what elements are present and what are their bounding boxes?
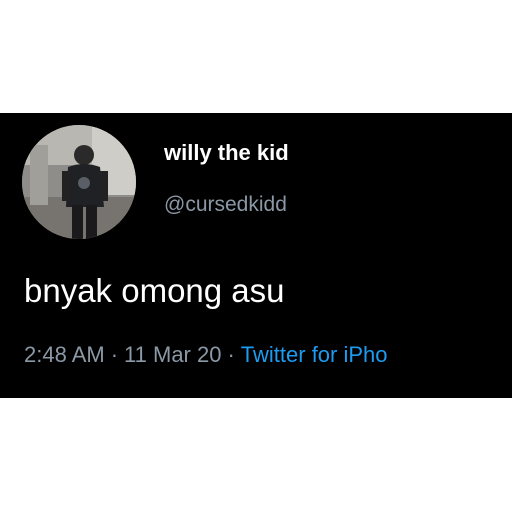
tweet-date[interactable]: 11 Mar 20 bbox=[124, 342, 221, 367]
avatar[interactable] bbox=[22, 125, 136, 239]
tweet-card: willy the kid @cursedkidd bnyak omong as… bbox=[0, 113, 512, 398]
tweet-meta: 2:48 AM · 11 Mar 20 · Twitter for iPho bbox=[24, 341, 388, 369]
meta-separator: · bbox=[227, 342, 235, 367]
profile-photo-icon bbox=[22, 125, 136, 239]
display-name[interactable]: willy the kid bbox=[164, 140, 289, 166]
tweet-time[interactable]: 2:48 AM bbox=[24, 342, 105, 367]
tweet-text: bnyak omong asu bbox=[24, 272, 285, 309]
user-handle[interactable]: @cursedkidd bbox=[164, 192, 287, 218]
tweet-source-link[interactable]: Twitter for iPho bbox=[241, 342, 388, 367]
screenshot-canvas: willy the kid @cursedkidd bnyak omong as… bbox=[0, 0, 512, 512]
meta-separator: · bbox=[110, 342, 119, 367]
